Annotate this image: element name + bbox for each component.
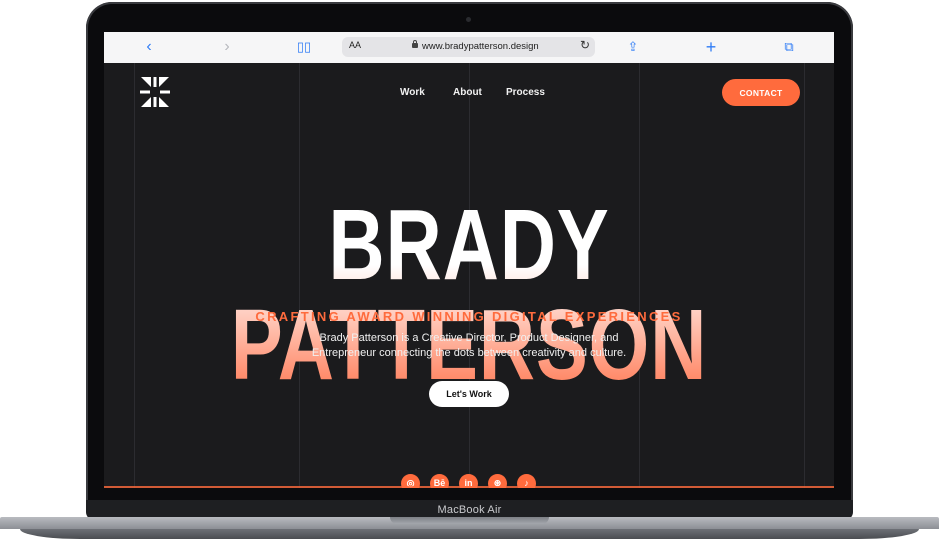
browser-toolbar: ‹ › ▯▯ AA www.bradypatterson.design ↻ ⇪ …: [104, 32, 834, 64]
website: Work About Process CONTACT BRADY PATTERS…: [104, 63, 834, 488]
grid-line: [804, 63, 805, 488]
laptop-notch: [390, 517, 549, 524]
add-tab-icon[interactable]: +: [701, 38, 721, 56]
hero-description: Brady Patterson is a Creative Director, …: [104, 331, 834, 361]
forward-icon[interactable]: ›: [217, 38, 237, 56]
nav-work[interactable]: Work: [400, 87, 425, 98]
back-icon[interactable]: ‹: [139, 38, 159, 56]
nav-about[interactable]: About: [453, 87, 482, 98]
lock-icon: [412, 40, 418, 48]
book-icon[interactable]: ▯▯: [294, 38, 314, 56]
device-label: MacBook Air: [437, 504, 502, 516]
text-size-button[interactable]: AA: [349, 40, 361, 50]
share-icon[interactable]: ⇪: [623, 38, 643, 56]
lets-work-button[interactable]: Let's Work: [429, 381, 509, 407]
site-logo[interactable]: [138, 75, 172, 109]
address-bar[interactable]: AA www.bradypatterson.design ↻: [342, 37, 595, 57]
hero-title: BRADY PATTERSON: [184, 195, 753, 395]
grid-line: [134, 63, 135, 488]
nav-process[interactable]: Process: [506, 87, 545, 98]
reload-icon[interactable]: ↻: [580, 38, 590, 52]
screen: ‹ › ▯▯ AA www.bradypatterson.design ↻ ⇪ …: [104, 32, 834, 488]
tabs-icon[interactable]: ⧉: [779, 38, 799, 56]
accent-divider: [104, 486, 834, 488]
url-text: www.bradypatterson.design: [422, 41, 539, 52]
camera-dot: [466, 17, 471, 22]
hero-description-line: Entrepreneur connecting the dots between…: [311, 347, 627, 359]
contact-button[interactable]: CONTACT: [722, 79, 800, 106]
laptop-base-bottom: [20, 529, 919, 539]
hero-description-line: Brady Patterson is a Creative Director, …: [319, 332, 619, 344]
hero-tagline: CRAFTING AWARD WINNING DIGITAL EXPERIENC…: [255, 309, 683, 324]
